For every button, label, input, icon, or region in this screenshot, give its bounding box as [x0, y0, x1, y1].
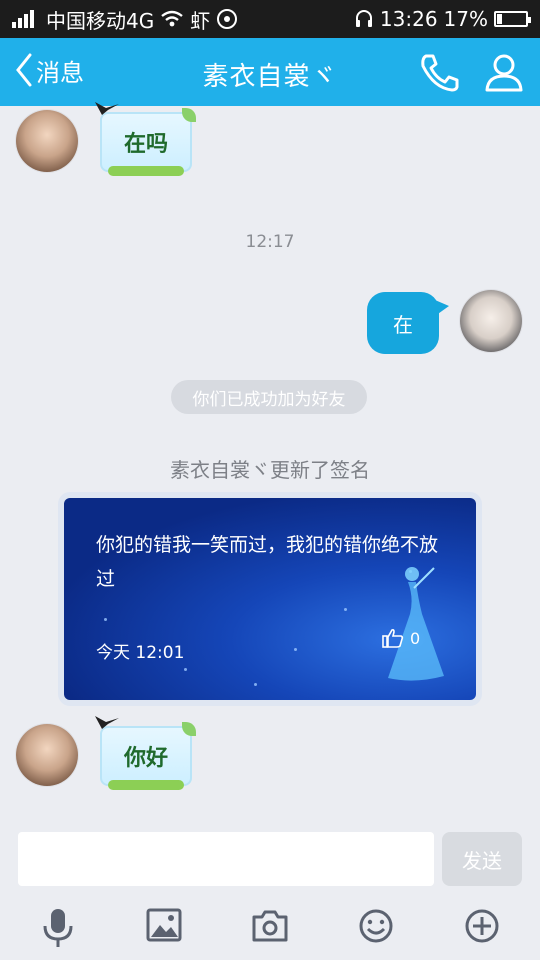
like-count: 0: [410, 628, 421, 648]
send-button[interactable]: 发送: [442, 832, 522, 886]
like-button[interactable]: 0: [382, 628, 420, 648]
voice-button[interactable]: [42, 908, 74, 952]
leaf-icon: [182, 108, 196, 122]
profile-button[interactable]: [484, 52, 524, 96]
sticker-text: 在吗: [123, 132, 168, 157]
system-notice: 你们已成功加为好友: [171, 380, 367, 414]
more-button[interactable]: [464, 908, 500, 948]
my-message-bubble[interactable]: 在: [367, 292, 449, 354]
message-text: 在: [393, 312, 413, 337]
sticker-text: 你好: [123, 746, 168, 771]
wifi-icon: [161, 10, 183, 27]
person-icon: [485, 54, 523, 92]
clock: 13:26: [379, 7, 438, 31]
camera-button[interactable]: [252, 908, 288, 946]
battery-percent: 17%: [443, 7, 488, 31]
mic-icon: [43, 909, 73, 947]
message-timestamp: 12:17: [245, 232, 295, 252]
emoji-icon: [359, 909, 393, 943]
battery-icon: [494, 11, 531, 27]
carrier-label: 中国移动4G: [46, 8, 155, 33]
signal-icon: [12, 10, 34, 28]
sticker-message[interactable]: 你好: [95, 716, 196, 790]
phone-icon: [421, 54, 459, 92]
signature-time: 今天 12:01: [96, 643, 185, 663]
input-bar: 发送: [0, 820, 540, 894]
chat-toolbar: [0, 894, 540, 960]
media-icon: [217, 9, 238, 29]
leaf-icon: [182, 722, 196, 736]
thumbs-up-icon: [382, 628, 404, 648]
my-avatar[interactable]: [460, 290, 522, 352]
signature-text: 你犯的错我一笑而过，我犯的错你绝不放过: [96, 534, 439, 590]
contact-avatar[interactable]: [16, 724, 78, 786]
signature-update-title: 素衣自裳ヾ更新了签名: [170, 458, 370, 482]
emoji-button[interactable]: [358, 908, 394, 948]
signature-card[interactable]: 你犯的错我一笑而过，我犯的错你绝不放过 今天 12:01 0: [64, 498, 476, 700]
grass-decoration: [108, 780, 184, 790]
headphones-icon: [355, 10, 372, 27]
status-bar: 中国移动4G 虾 13:26 17%: [0, 0, 540, 38]
image-icon: [146, 908, 182, 942]
image-button[interactable]: [146, 908, 182, 946]
app-notification-icon: 虾: [190, 8, 211, 33]
chat-header: 消息 素衣自裳ヾ: [0, 38, 540, 106]
message-input[interactable]: [18, 832, 434, 886]
swallow-icon: [95, 102, 119, 115]
plus-icon: [465, 909, 499, 943]
grass-decoration: [108, 166, 184, 176]
camera-icon: [252, 910, 288, 942]
contact-avatar[interactable]: [16, 110, 78, 172]
sticker-message[interactable]: 在吗: [95, 102, 196, 176]
call-button[interactable]: [418, 52, 460, 96]
swallow-icon: [95, 716, 119, 729]
